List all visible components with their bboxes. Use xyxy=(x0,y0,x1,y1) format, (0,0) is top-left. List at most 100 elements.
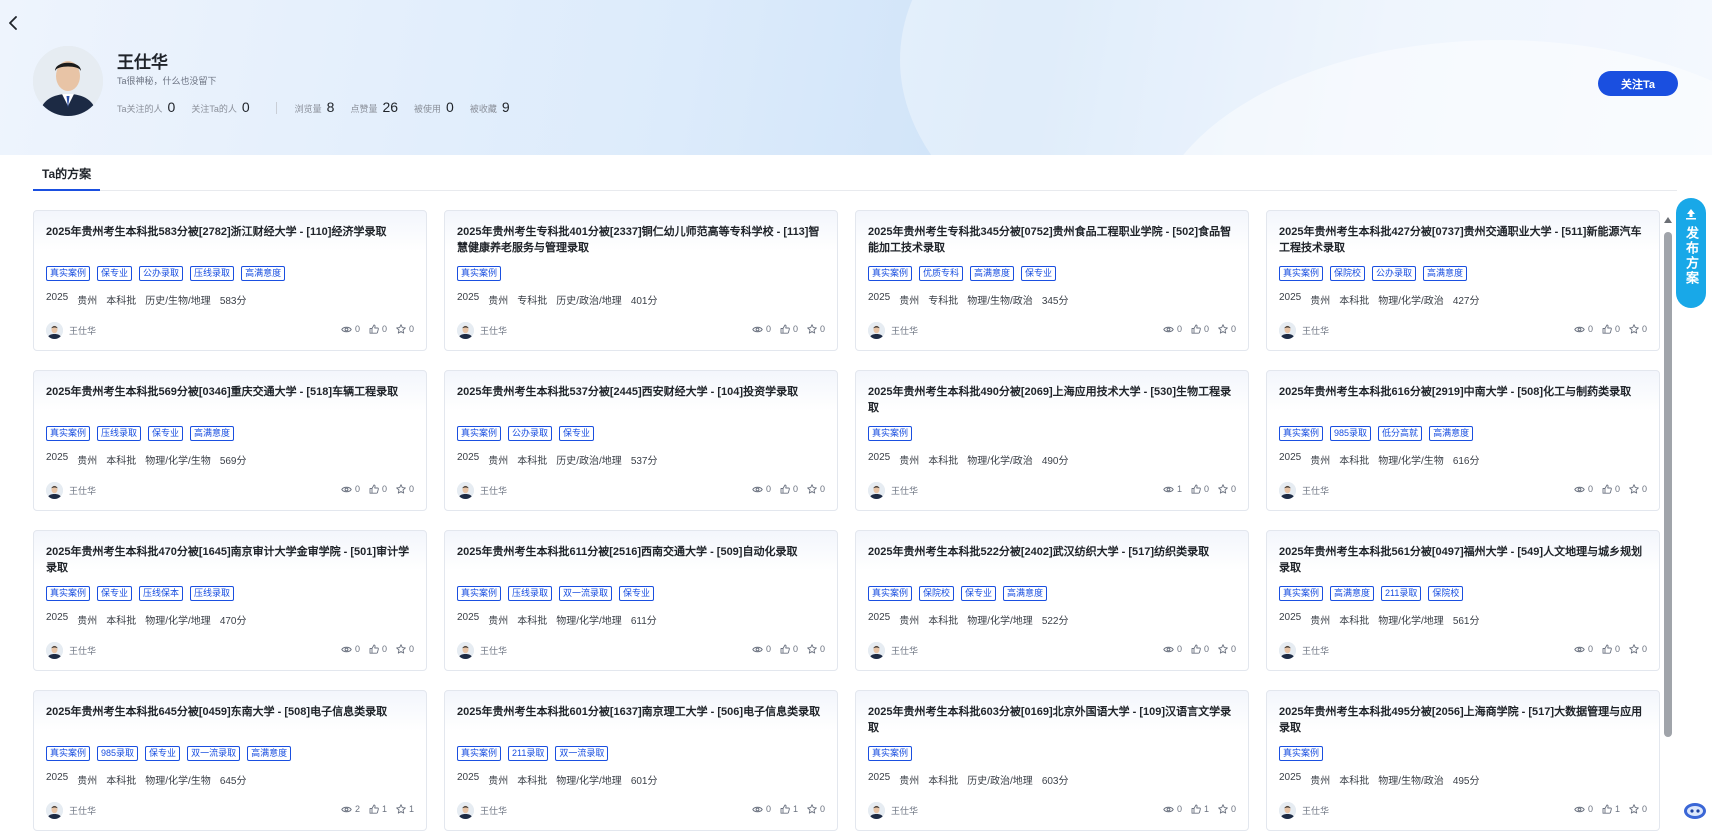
plan-title[interactable]: 2025年贵州考生本科批537分被[2445]西安财经大学 - [104]投资学… xyxy=(457,384,827,416)
favorite-button[interactable]: 0 xyxy=(807,324,825,334)
tag-badge: 公办录取 xyxy=(508,426,553,441)
plan-author[interactable]: 王仕华 xyxy=(46,802,96,819)
plan-card[interactable]: 2025年贵州考生本科批601分被[1637]南京理工大学 - [506]电子信… xyxy=(444,690,838,831)
plan-title[interactable]: 2025年贵州考生本科批616分被[2919]中南大学 - [508]化工与制药… xyxy=(1279,384,1649,416)
plan-title[interactable]: 2025年贵州考生本科批603分被[0169]北京外国语大学 - [109]汉语… xyxy=(868,704,1238,736)
back-button[interactable] xyxy=(4,13,22,33)
like-button[interactable]: 0 xyxy=(369,484,387,494)
like-button[interactable]: 1 xyxy=(369,804,387,814)
like-button[interactable]: 0 xyxy=(1602,484,1620,494)
favorite-button[interactable]: 0 xyxy=(396,324,414,334)
plan-author[interactable]: 王仕华 xyxy=(46,322,96,339)
plan-author[interactable]: 王仕华 xyxy=(1279,322,1329,339)
plan-title[interactable]: 2025年贵州考生专科批345分被[0752]贵州食品工程职业学院 - [502… xyxy=(868,224,1238,256)
plan-card[interactable]: 2025年贵州考生本科批645分被[0459]东南大学 - [508]电子信息类… xyxy=(33,690,427,831)
plan-author[interactable]: 王仕华 xyxy=(868,322,918,339)
plan-title[interactable]: 2025年贵州考生本科批522分被[2402]武汉纺织大学 - [517]纺织类… xyxy=(868,544,1238,576)
plan-author[interactable]: 王仕华 xyxy=(868,482,918,499)
favorite-button[interactable]: 0 xyxy=(396,644,414,654)
like-button[interactable]: 0 xyxy=(780,644,798,654)
like-button[interactable]: 0 xyxy=(1602,324,1620,334)
star-icon xyxy=(396,644,406,654)
plan-author[interactable]: 王仕华 xyxy=(457,482,507,499)
plan-card[interactable]: 2025年贵州考生本科批611分被[2516]西南交通大学 - [509]自动化… xyxy=(444,530,838,671)
like-button[interactable]: 0 xyxy=(780,324,798,334)
favorite-button[interactable]: 0 xyxy=(1218,804,1236,814)
publish-plan-button[interactable]: 发布方案 xyxy=(1676,198,1706,308)
like-button[interactable]: 0 xyxy=(780,484,798,494)
meta-item: 本科批 xyxy=(928,776,959,787)
plan-title[interactable]: 2025年贵州考生本科批645分被[0459]东南大学 - [508]电子信息类… xyxy=(46,704,416,736)
plan-card[interactable]: 2025年贵州考生本科批603分被[0169]北京外国语大学 - [109]汉语… xyxy=(855,690,1249,831)
plan-card[interactable]: 2025年贵州考生本科批490分被[2069]上海应用技术大学 - [530]生… xyxy=(855,370,1249,511)
favorite-button[interactable]: 0 xyxy=(1629,644,1647,654)
plan-card[interactable]: 2025年贵州考生本科批616分被[2919]中南大学 - [508]化工与制药… xyxy=(1266,370,1660,511)
like-button[interactable]: 0 xyxy=(1602,644,1620,654)
count-value: 0 xyxy=(1587,324,1593,334)
favorite-button[interactable]: 0 xyxy=(1629,324,1647,334)
scroll-up-arrow-icon[interactable] xyxy=(1664,216,1672,224)
plan-author[interactable]: 王仕华 xyxy=(868,802,918,819)
plan-author[interactable]: 王仕华 xyxy=(1279,642,1329,659)
meta-item: 本科批 xyxy=(1339,616,1370,627)
favorite-button[interactable]: 0 xyxy=(1629,484,1647,494)
like-button[interactable]: 0 xyxy=(369,324,387,334)
like-button[interactable]: 1 xyxy=(1602,804,1620,814)
like-button[interactable]: 0 xyxy=(1191,644,1209,654)
plan-card[interactable]: 2025年贵州考生专科批345分被[0752]贵州食品工程职业学院 - [502… xyxy=(855,210,1249,351)
plan-title[interactable]: 2025年贵州考生本科批427分被[0737]贵州交通职业大学 - [511]新… xyxy=(1279,224,1649,256)
plan-card[interactable]: 2025年贵州考生本科批569分被[0346]重庆交通大学 - [518]车辆工… xyxy=(33,370,427,511)
favorite-button[interactable]: 0 xyxy=(807,484,825,494)
plan-card[interactable]: 2025年贵州考生本科批561分被[0497]福州大学 - [549]人文地理与… xyxy=(1266,530,1660,671)
plan-title[interactable]: 2025年贵州考生本科批611分被[2516]西南交通大学 - [509]自动化… xyxy=(457,544,827,576)
like-button[interactable]: 0 xyxy=(1191,484,1209,494)
stat-following[interactable]: Ta关注的人 0 xyxy=(117,99,175,115)
like-button[interactable]: 0 xyxy=(369,644,387,654)
plan-title[interactable]: 2025年贵州考生本科批601分被[1637]南京理工大学 - [506]电子信… xyxy=(457,704,827,736)
meta-item: 495分 xyxy=(1452,776,1480,787)
tab-plans[interactable]: Ta的方案 xyxy=(33,155,101,191)
plan-title[interactable]: 2025年贵州考生本科批470分被[1645]南京审计大学金审学院 - [501… xyxy=(46,544,416,576)
plan-title[interactable]: 2025年贵州考生本科批569分被[0346]重庆交通大学 - [518]车辆工… xyxy=(46,384,416,416)
plan-title[interactable]: 2025年贵州考生本科批490分被[2069]上海应用技术大学 - [530]生… xyxy=(868,384,1238,416)
like-button[interactable]: 1 xyxy=(780,804,798,814)
plan-card[interactable]: 2025年贵州考生本科批537分被[2445]西安财经大学 - [104]投资学… xyxy=(444,370,838,511)
plan-author[interactable]: 王仕华 xyxy=(457,642,507,659)
plan-author[interactable]: 王仕华 xyxy=(457,802,507,819)
plan-card[interactable]: 2025年贵州考生专科批401分被[2337]铜仁幼儿师范高等专科学校 - [1… xyxy=(444,210,838,351)
plan-counts: 0 0 0 xyxy=(332,484,414,494)
favorite-button[interactable]: 0 xyxy=(1629,804,1647,814)
plan-meta: 2025 贵州 本科批 历史/政治/地理 537分 xyxy=(457,452,667,467)
stat-followers[interactable]: 关注Ta的人 0 xyxy=(191,99,249,115)
scrollbar-thumb[interactable] xyxy=(1664,232,1672,737)
plan-title[interactable]: 2025年贵州考生本科批495分被[2056]上海商学院 - [517]大数据管… xyxy=(1279,704,1649,736)
like-button[interactable]: 0 xyxy=(1191,324,1209,334)
plan-author[interactable]: 王仕华 xyxy=(46,642,96,659)
plan-author[interactable]: 王仕华 xyxy=(868,642,918,659)
plan-title[interactable]: 2025年贵州考生本科批561分被[0497]福州大学 - [549]人文地理与… xyxy=(1279,544,1649,576)
plan-author[interactable]: 王仕华 xyxy=(46,482,96,499)
follow-button[interactable]: 关注Ta xyxy=(1598,71,1678,96)
plan-card[interactable]: 2025年贵州考生本科批470分被[1645]南京审计大学金审学院 - [501… xyxy=(33,530,427,671)
plan-card[interactable]: 2025年贵州考生本科批583分被[2782]浙江财经大学 - [110]经济学… xyxy=(33,210,427,351)
chat-bot-icon[interactable] xyxy=(1683,800,1707,820)
favorite-button[interactable]: 0 xyxy=(807,804,825,814)
favorite-button[interactable]: 0 xyxy=(807,644,825,654)
scrollbar[interactable] xyxy=(1664,216,1672,754)
plan-author[interactable]: 王仕华 xyxy=(457,322,507,339)
favorite-button[interactable]: 0 xyxy=(396,484,414,494)
favorite-button[interactable]: 0 xyxy=(1218,484,1236,494)
star-icon xyxy=(1629,324,1639,334)
favorite-button[interactable]: 0 xyxy=(1218,324,1236,334)
plan-title[interactable]: 2025年贵州考生本科批583分被[2782]浙江财经大学 - [110]经济学… xyxy=(46,224,416,256)
eye-icon xyxy=(1163,486,1174,492)
like-button[interactable]: 1 xyxy=(1191,804,1209,814)
favorite-button[interactable]: 1 xyxy=(396,804,414,814)
favorite-button[interactable]: 0 xyxy=(1218,644,1236,654)
plan-card[interactable]: 2025年贵州考生本科批427分被[0737]贵州交通职业大学 - [511]新… xyxy=(1266,210,1660,351)
plan-author[interactable]: 王仕华 xyxy=(1279,482,1329,499)
plan-title[interactable]: 2025年贵州考生专科批401分被[2337]铜仁幼儿师范高等专科学校 - [1… xyxy=(457,224,827,256)
plan-author[interactable]: 王仕华 xyxy=(1279,802,1329,819)
plan-card[interactable]: 2025年贵州考生本科批522分被[2402]武汉纺织大学 - [517]纺织类… xyxy=(855,530,1249,671)
plan-card[interactable]: 2025年贵州考生本科批495分被[2056]上海商学院 - [517]大数据管… xyxy=(1266,690,1660,831)
